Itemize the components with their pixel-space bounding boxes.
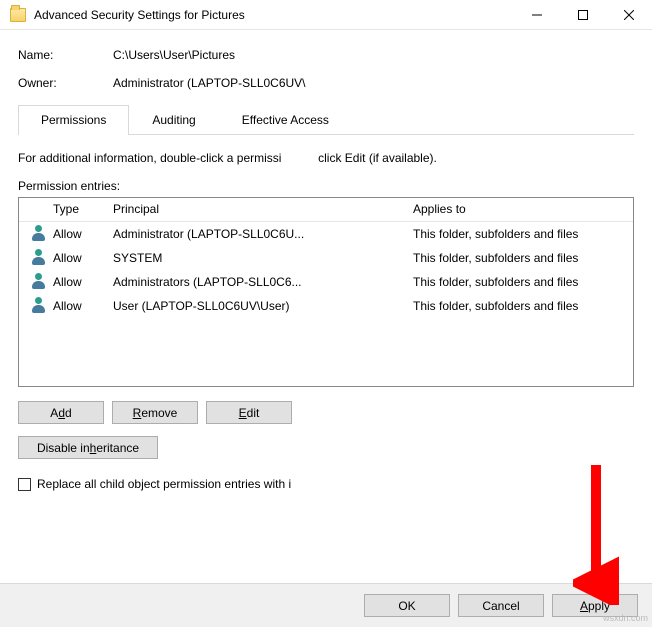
- cell-principal: Administrators (LAPTOP-SLL0C6...: [107, 275, 367, 289]
- user-icon: [31, 225, 47, 241]
- info-text: For additional information, double-click…: [18, 151, 634, 165]
- owner-value: Administrator (LAPTOP-SLL0C6UV\: [113, 76, 306, 90]
- grid-header: Type Principal Applies to: [19, 198, 633, 222]
- cancel-button[interactable]: Cancel: [458, 594, 544, 617]
- entries-label: Permission entries:: [18, 179, 634, 193]
- table-row[interactable]: AllowSYSTEM This folder, subfolders and f…: [19, 246, 633, 270]
- user-icon: [31, 249, 47, 265]
- table-row[interactable]: AllowAdministrators (LAPTOP-SLL0C6... Thi…: [19, 270, 633, 294]
- close-button[interactable]: [606, 0, 652, 30]
- user-icon: [31, 297, 47, 313]
- tab-strip: Permissions Auditing Effective Access: [18, 104, 634, 135]
- dialog-button-bar: OK Cancel Apply: [0, 583, 652, 627]
- content-area: Name: C:\Users\User\Pictures Owner: Admi…: [0, 30, 652, 491]
- replace-children-checkbox[interactable]: [18, 478, 31, 491]
- cell-principal: SYSTEM: [107, 251, 367, 265]
- permission-grid[interactable]: Type Principal Applies to AllowAdministr…: [18, 197, 634, 387]
- cell-principal: User (LAPTOP-SLL0C6UV\User): [107, 299, 367, 313]
- window-title: Advanced Security Settings for Pictures: [34, 8, 514, 22]
- owner-label: Owner:: [18, 76, 113, 90]
- cell-type: Allow: [47, 299, 107, 313]
- name-value: C:\Users\User\Pictures: [113, 48, 235, 62]
- edit-button[interactable]: Edit: [206, 401, 292, 424]
- cell-type: Allow: [47, 275, 107, 289]
- tab-permissions[interactable]: Permissions: [18, 105, 129, 135]
- add-button[interactable]: Add: [18, 401, 104, 424]
- col-header-principal[interactable]: Principal: [107, 198, 367, 221]
- minimize-button[interactable]: [514, 0, 560, 30]
- cell-type: Allow: [47, 227, 107, 241]
- table-row[interactable]: AllowUser (LAPTOP-SLL0C6UV\User) This fol…: [19, 294, 633, 318]
- cell-applies: This folder, subfolders and files: [407, 275, 633, 289]
- cell-applies: This folder, subfolders and files: [407, 227, 633, 241]
- table-row[interactable]: AllowAdministrator (LAPTOP-SLL0C6U... Thi…: [19, 222, 633, 246]
- titlebar: Advanced Security Settings for Pictures: [0, 0, 652, 30]
- remove-button[interactable]: Remove: [112, 401, 198, 424]
- disable-inheritance-button[interactable]: Disable inheritance: [18, 436, 158, 459]
- maximize-button[interactable]: [560, 0, 606, 30]
- cell-type: Allow: [47, 251, 107, 265]
- col-header-applies[interactable]: Applies to: [407, 198, 633, 221]
- cell-applies: This folder, subfolders and files: [407, 251, 633, 265]
- cell-applies: This folder, subfolders and files: [407, 299, 633, 313]
- user-icon: [31, 273, 47, 289]
- replace-children-label: Replace all child object permission entr…: [37, 477, 291, 491]
- watermark: wsxdn.com: [603, 613, 648, 623]
- col-header-type[interactable]: Type: [47, 198, 107, 221]
- tab-effective-access[interactable]: Effective Access: [219, 105, 352, 135]
- tab-auditing[interactable]: Auditing: [129, 105, 218, 135]
- folder-icon: [10, 8, 26, 22]
- ok-button[interactable]: OK: [364, 594, 450, 617]
- cell-principal: Administrator (LAPTOP-SLL0C6U...: [107, 227, 367, 241]
- name-label: Name:: [18, 48, 113, 62]
